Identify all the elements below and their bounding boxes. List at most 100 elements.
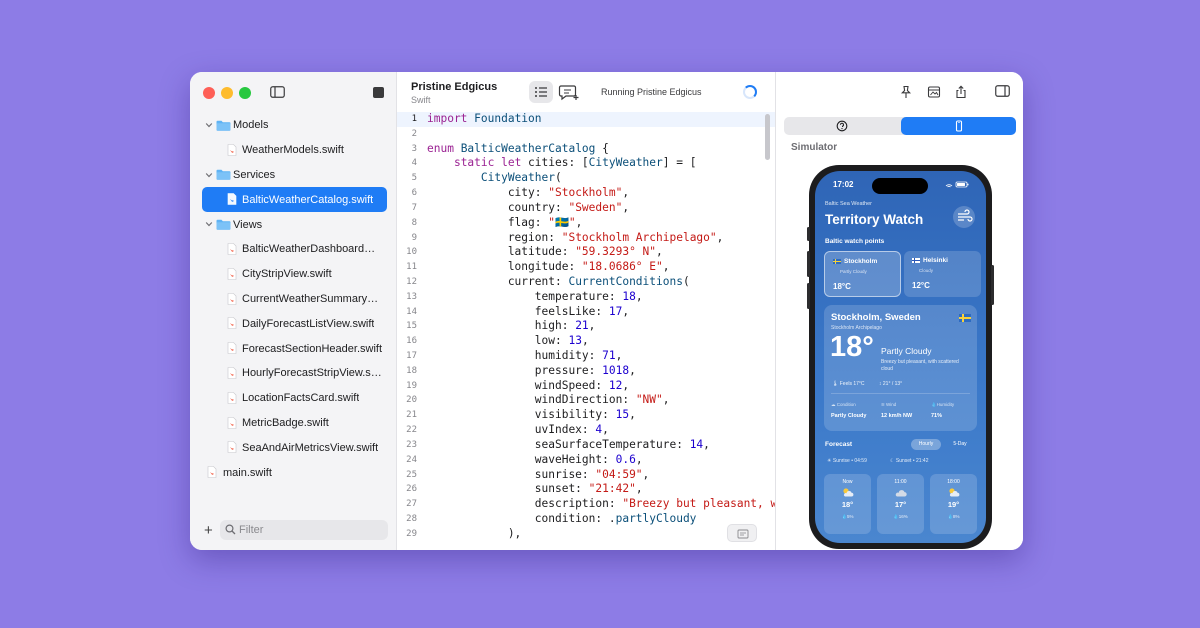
code-line[interactable]: 16 low: 13,: [397, 334, 775, 349]
code-line[interactable]: 9 region: "Stockholm Archipelago",: [397, 231, 775, 246]
volume-down-button: [807, 283, 810, 309]
inspector-toggle-icon[interactable]: [995, 85, 1010, 97]
canvas-panel: Simulator 17:02 Baltic Sea Weather Terri…: [775, 72, 1023, 550]
code-line[interactable]: 19 windSpeed: 12,: [397, 379, 775, 394]
code-line[interactable]: 26 sunset: "21:42",: [397, 482, 775, 497]
code-line[interactable]: 13 temperature: 18,: [397, 290, 775, 305]
file-row[interactable]: DailyForecastListView.swift: [190, 311, 397, 336]
code-line[interactable]: 7 country: "Sweden",: [397, 201, 775, 216]
file-row[interactable]: WeatherModels.swift: [190, 138, 397, 163]
close-window-button[interactable]: [203, 87, 215, 99]
file-row[interactable]: MetricBadge.swift: [190, 411, 397, 436]
code-line[interactable]: 15 high: 21,: [397, 319, 775, 334]
hourly-toggle[interactable]: Hourly: [911, 439, 941, 450]
city-condition: Cloudy: [919, 268, 934, 273]
code-line[interactable]: 11 longitude: "18.0686° E",: [397, 260, 775, 275]
file-row[interactable]: CityStripView.swift: [190, 262, 397, 287]
code-line[interactable]: 17 humidity: 71,: [397, 349, 775, 364]
code-line[interactable]: 8 flag: "🇸🇪",: [397, 216, 775, 231]
file-row[interactable]: CurrentWeatherSummaryVi...: [190, 287, 397, 312]
code-line[interactable]: 1 import Foundation: [397, 112, 775, 127]
stop-button[interactable]: [373, 87, 384, 98]
code-line[interactable]: 18 pressure: 1018,: [397, 364, 775, 379]
side-button: [991, 265, 994, 305]
progress-spinner-icon: [743, 85, 757, 99]
filter-field[interactable]: Filter: [220, 520, 388, 540]
swift-file-icon: [227, 193, 237, 206]
code-line[interactable]: 24 waveHeight: 0.6,: [397, 453, 775, 468]
file-row[interactable]: SeaAndAirMetricsView.swift: [190, 435, 397, 460]
sidebar-toggle-icon[interactable]: [270, 86, 285, 98]
editor-scrollbar[interactable]: [765, 114, 770, 160]
list-view-button[interactable]: [529, 81, 553, 103]
chevron-down-icon[interactable]: [205, 220, 213, 228]
file-row[interactable]: BalticWeatherDashboardVie...: [190, 237, 397, 262]
folder-row[interactable]: Models: [190, 113, 397, 138]
city-card-helsinki[interactable]: Helsinki Cloudy 12°C: [904, 251, 981, 297]
sun-cloud-icon: [949, 488, 960, 497]
hourly-card[interactable]: Now 18° 💧5%: [824, 474, 871, 534]
hourly-card[interactable]: 11:00 17° 💧16%: [877, 474, 924, 534]
code-line[interactable]: 6 city: "Stockholm",: [397, 186, 775, 201]
filter-placeholder: Filter: [239, 524, 264, 536]
help-circle-icon[interactable]: [836, 120, 848, 132]
code-line[interactable]: 27 description: "Breezy but pleasant, w: [397, 497, 775, 512]
add-file-button[interactable]: +: [204, 522, 213, 539]
share-icon[interactable]: [954, 85, 968, 99]
code-line[interactable]: 14 feelsLike: 17,: [397, 305, 775, 320]
source-code[interactable]: 1 import Foundation 2 3 enum BalticWeatherCa…: [397, 112, 775, 550]
feels-like: Feels 17°C: [839, 381, 865, 387]
folder-label: Views: [233, 218, 263, 231]
image-icon[interactable]: [927, 85, 941, 99]
code-line[interactable]: 20 windDirection: "NW",: [397, 393, 775, 408]
file-row[interactable]: LocationFactsCard.swift: [190, 386, 397, 411]
city-card-stockholm[interactable]: Stockholm Partly Cloudy 18°C: [824, 251, 901, 297]
wind-icon: [958, 209, 973, 222]
project-navigator: Models WeatherModels.swift Services BalticW…: [190, 72, 397, 550]
code-line[interactable]: 21 visibility: 15,: [397, 408, 775, 423]
code-line[interactable]: 3 enum BalticWeatherCatalog {: [397, 142, 775, 157]
code-line[interactable]: 29 ),: [397, 527, 775, 542]
code-line[interactable]: 12 current: CurrentConditions(: [397, 275, 775, 290]
file-row[interactable]: BalticWeatherCatalog.swift: [202, 187, 387, 213]
code-line[interactable]: 25 sunrise: "04:59",: [397, 468, 775, 483]
code-editor: Pristine Edgicus Swift Running Pristine …: [397, 72, 775, 550]
chevron-down-icon[interactable]: [205, 171, 213, 179]
wind-button[interactable]: [953, 206, 975, 228]
assistant-button[interactable]: [557, 81, 581, 103]
status-time: 17:02: [833, 180, 854, 189]
minimize-window-button[interactable]: [221, 87, 233, 99]
code-line[interactable]: 10 latitude: "59.3293° N",: [397, 245, 775, 260]
hour-time: 18:00: [947, 479, 960, 485]
code-text: uvIndex: 4,: [427, 423, 609, 437]
hourly-card[interactable]: 18:00 19° 💧8%: [930, 474, 977, 534]
sweden-flag-icon: [833, 258, 841, 264]
device-preview-tab[interactable]: [901, 117, 1016, 135]
current-weather-card: Stockholm, Sweden Stockholm Archipelago …: [824, 305, 977, 431]
code-line[interactable]: 5 CityWeather(: [397, 171, 775, 186]
chevron-down-icon[interactable]: [205, 121, 213, 129]
folder-icon: [216, 120, 231, 131]
file-row[interactable]: ForecastSectionHeader.swift: [190, 336, 397, 361]
folder-row[interactable]: Services: [190, 163, 397, 188]
code-line[interactable]: 23 seaSurfaceTemperature: 14,: [397, 438, 775, 453]
file-row[interactable]: main.swift: [190, 460, 397, 485]
pin-icon[interactable]: [899, 85, 913, 99]
five-day-toggle[interactable]: 5-Day: [947, 439, 973, 450]
file-label: WeatherModels.swift: [242, 144, 344, 157]
zoom-window-button[interactable]: [239, 87, 251, 99]
code-line[interactable]: 22 uvIndex: 4,: [397, 423, 775, 438]
canvas-toolbar: [888, 78, 984, 106]
file-label: ForecastSectionHeader.swift: [242, 342, 382, 355]
folder-row[interactable]: Views: [190, 212, 397, 237]
sun-cloud-icon: [843, 488, 854, 497]
code-line[interactable]: 4 static let cities: [CityWeather] = [: [397, 156, 775, 171]
list-icon: [535, 87, 547, 97]
code-line[interactable]: 2: [397, 127, 775, 142]
minimap-button[interactable]: [727, 524, 757, 542]
file-label: HourlyForecastStripView.sw...: [242, 367, 382, 380]
file-row[interactable]: HourlyForecastStripView.sw...: [190, 361, 397, 386]
line-number: 29: [406, 528, 417, 539]
code-line[interactable]: 28 condition: .partlyCloudy: [397, 512, 775, 527]
file-label: MetricBadge.swift: [242, 416, 329, 429]
